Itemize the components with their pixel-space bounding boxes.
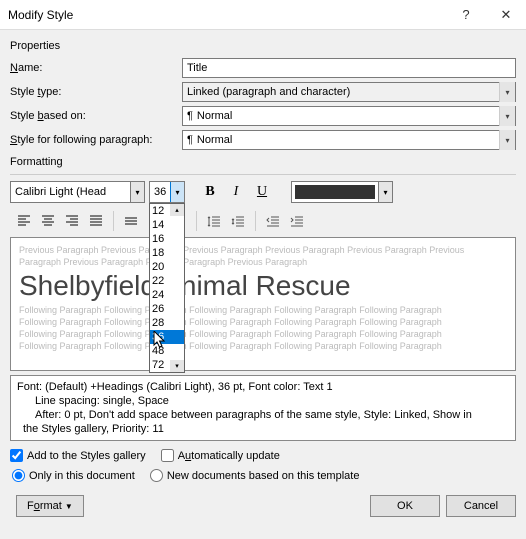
pilcrow-icon: ¶	[187, 134, 193, 146]
scroll-up-icon[interactable]: ▴	[170, 204, 184, 216]
preview-next-para: Following Paragraph Following Paragraph …	[19, 328, 507, 340]
add-gallery-checkbox[interactable]: Add to the Styles gallery	[10, 449, 146, 462]
font-size-option[interactable]: 28	[150, 316, 184, 330]
window-title: Modify Style	[8, 8, 446, 22]
font-size-option[interactable]: 20	[150, 260, 184, 274]
preview-pane: Previous Paragraph Previous Paragraph Pr…	[10, 237, 516, 371]
help-button[interactable]: ?	[446, 0, 486, 30]
chevron-down-icon[interactable]: ▾	[130, 182, 144, 202]
align-justify-button[interactable]	[84, 209, 108, 233]
based-on-combo[interactable]: ¶ Normal ▾	[182, 106, 516, 126]
paragraph-toolbar	[10, 209, 516, 233]
style-type-value: Linked (paragraph and character)	[187, 86, 350, 98]
increase-para-space-button[interactable]	[202, 209, 226, 233]
font-name-combo[interactable]: Calibri Light (Head ▾	[10, 181, 145, 203]
font-size-option[interactable]: 48	[150, 344, 184, 358]
decrease-para-space-button[interactable]	[226, 209, 250, 233]
style-type-label: Style type:	[10, 86, 182, 98]
divider	[196, 211, 197, 231]
chevron-down-icon[interactable]: ▾	[499, 130, 515, 150]
font-size-option[interactable]: 18	[150, 246, 184, 260]
font-size-option[interactable]: 14	[150, 218, 184, 232]
increase-indent-button[interactable]	[285, 209, 309, 233]
desc-line: Line spacing: single, Space	[17, 394, 509, 408]
properties-header: Properties	[10, 40, 516, 52]
font-size-option[interactable]: 22	[150, 274, 184, 288]
format-button[interactable]: Format▼	[16, 495, 84, 517]
new-documents-input[interactable]	[150, 469, 163, 482]
preview-next-para: Following Paragraph Following Paragraph …	[19, 340, 507, 352]
chevron-down-icon[interactable]: ▾	[499, 106, 515, 126]
based-on-label: Style based on:	[10, 110, 182, 122]
divider	[113, 211, 114, 231]
font-color-button[interactable]: ▾	[291, 181, 393, 203]
font-size-value: 36	[154, 186, 166, 198]
pilcrow-icon: ¶	[187, 110, 193, 122]
only-document-radio[interactable]: Only in this document	[12, 469, 135, 482]
name-input[interactable]	[182, 58, 516, 78]
title-bar: Modify Style ? ✕	[0, 0, 526, 30]
font-size-combo[interactable]: 36 ▾	[149, 181, 185, 203]
font-size-option[interactable]: 26	[150, 302, 184, 316]
align-right-button[interactable]	[60, 209, 84, 233]
radio-row: Only in this document New documents base…	[10, 469, 516, 485]
underline-button[interactable]: U	[251, 181, 273, 203]
desc-line: After: 0 pt, Don't add space between par…	[17, 408, 509, 422]
following-label: Style for following paragraph:	[10, 134, 182, 146]
preview-prev-para: Previous Paragraph Previous Paragraph Pr…	[19, 244, 507, 256]
checkbox-row: Add to the Styles gallery Automatically …	[10, 449, 516, 465]
style-description: Font: (Default) +Headings (Calibri Light…	[10, 375, 516, 441]
font-size-option[interactable]: 24	[150, 288, 184, 302]
auto-update-checkbox[interactable]: Automatically update	[161, 449, 280, 462]
font-size-option[interactable]: 16	[150, 232, 184, 246]
style-type-combo: Linked (paragraph and character) ▾	[182, 82, 516, 102]
bold-button[interactable]: B	[199, 181, 221, 203]
preview-next-para: Following Paragraph Following Paragraph …	[19, 316, 507, 328]
close-button[interactable]: ✕	[486, 0, 526, 30]
font-size-option[interactable]: 36	[150, 330, 184, 344]
color-swatch	[295, 185, 375, 199]
scroll-down-icon[interactable]: ▾	[170, 360, 184, 372]
chevron-down-icon[interactable]: ▾	[378, 182, 392, 202]
ok-button[interactable]: OK	[370, 495, 440, 517]
divider	[255, 211, 256, 231]
new-documents-radio[interactable]: New documents based on this template	[150, 469, 360, 482]
font-name-value: Calibri Light (Head	[15, 186, 106, 198]
italic-button[interactable]: I	[225, 181, 247, 203]
preview-title: Shelbyfield Animal Rescue	[19, 270, 507, 302]
cancel-button[interactable]: Cancel	[446, 495, 516, 517]
align-center-button[interactable]	[36, 209, 60, 233]
desc-line: Font: (Default) +Headings (Calibri Light…	[17, 380, 509, 394]
spacing-1-button[interactable]	[119, 209, 143, 233]
preview-next-para: Following Paragraph Following Paragraph …	[19, 304, 507, 316]
name-label: Name:	[10, 62, 182, 74]
font-size-dropdown[interactable]: ▴ 121416182022242628364872▾	[149, 203, 185, 373]
divider	[10, 174, 516, 175]
align-left-button[interactable]	[12, 209, 36, 233]
following-combo[interactable]: ¶ Normal ▾	[182, 130, 516, 150]
formatting-header: Formatting	[10, 156, 516, 168]
decrease-indent-button[interactable]	[261, 209, 285, 233]
add-gallery-input[interactable]	[10, 449, 23, 462]
preview-prev-para: Paragraph Previous Paragraph Previous Pa…	[19, 256, 507, 268]
desc-line: the Styles gallery, Priority: 11	[17, 422, 509, 436]
chevron-down-icon[interactable]: ▾	[170, 182, 184, 202]
auto-update-input[interactable]	[161, 449, 174, 462]
based-on-value: Normal	[197, 110, 232, 122]
chevron-down-icon: ▾	[499, 82, 515, 102]
following-value: Normal	[197, 134, 232, 146]
only-document-input[interactable]	[12, 469, 25, 482]
